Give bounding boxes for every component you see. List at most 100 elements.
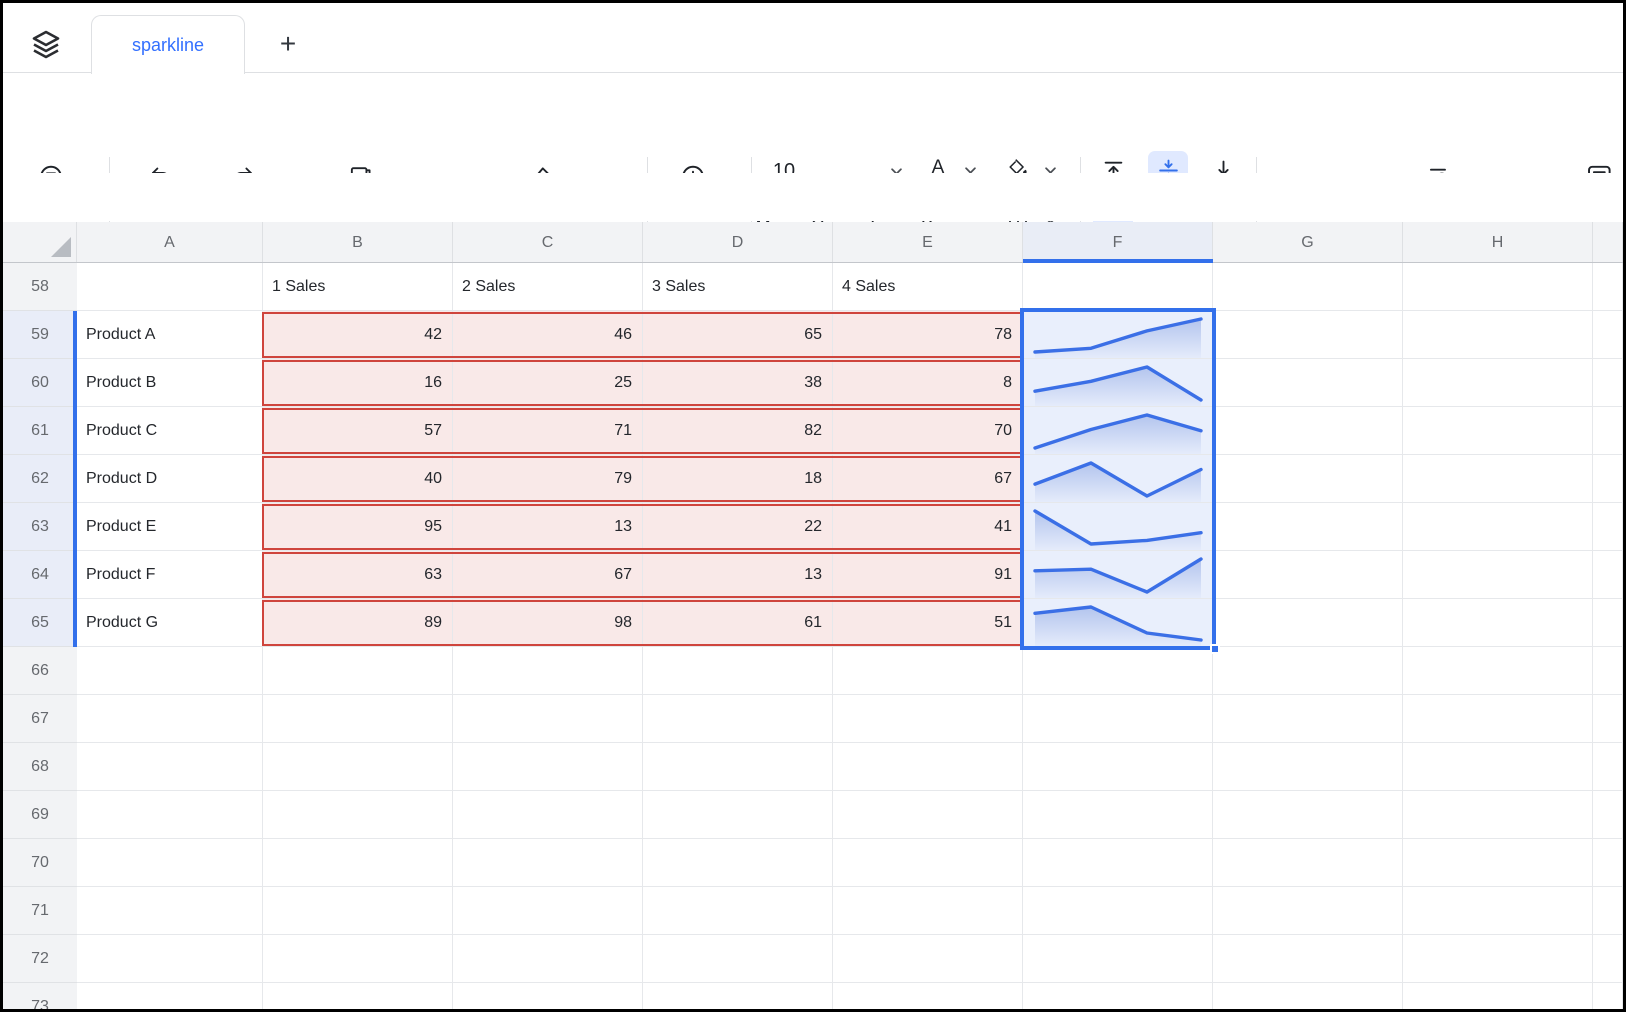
cell-G68[interactable] — [1213, 743, 1403, 791]
cell-B64[interactable]: 63 — [263, 551, 453, 599]
cell-H59[interactable] — [1403, 311, 1593, 359]
cell-C67[interactable] — [453, 695, 643, 743]
cell-F63[interactable] — [1023, 503, 1213, 551]
cell-H69[interactable] — [1403, 791, 1593, 839]
cell-A73[interactable] — [77, 983, 263, 1012]
cell-F67[interactable] — [1023, 695, 1213, 743]
cell-D63[interactable]: 22 — [643, 503, 833, 551]
cell-G62[interactable] — [1213, 455, 1403, 503]
cell-A69[interactable] — [77, 791, 263, 839]
cell-H70[interactable] — [1403, 839, 1593, 887]
cell-F72[interactable] — [1023, 935, 1213, 983]
cell-H58[interactable] — [1403, 263, 1593, 311]
cell-B61[interactable]: 57 — [263, 407, 453, 455]
row-header-68[interactable]: 68 — [3, 743, 77, 791]
cell-E58[interactable]: 4 Sales — [833, 263, 1023, 311]
cell-B73[interactable] — [263, 983, 453, 1012]
cell-B60[interactable]: 16 — [263, 359, 453, 407]
cell-E65[interactable]: 51 — [833, 599, 1023, 647]
cell-F65[interactable] — [1023, 599, 1213, 647]
cell-E62[interactable]: 67 — [833, 455, 1023, 503]
row-header-66[interactable]: 66 — [3, 647, 77, 695]
row-header-65[interactable]: 65 — [3, 599, 77, 647]
column-header-B[interactable]: B — [263, 222, 453, 263]
cell-E59[interactable]: 78 — [833, 311, 1023, 359]
row-header-69[interactable]: 69 — [3, 791, 77, 839]
cell-D60[interactable]: 38 — [643, 359, 833, 407]
column-header-F[interactable]: F — [1023, 222, 1213, 263]
cell-G67[interactable] — [1213, 695, 1403, 743]
cell-H65[interactable] — [1403, 599, 1593, 647]
cell-A67[interactable] — [77, 695, 263, 743]
cell-B62[interactable]: 40 — [263, 455, 453, 503]
cell-A60[interactable]: Product B — [77, 359, 263, 407]
row-header-60[interactable]: 60 — [3, 359, 77, 407]
cell-E73[interactable] — [833, 983, 1023, 1012]
row-header-64[interactable]: 64 — [3, 551, 77, 599]
cell-I65[interactable] — [1593, 599, 1623, 647]
cell-H73[interactable] — [1403, 983, 1593, 1012]
cell-C63[interactable]: 13 — [453, 503, 643, 551]
cell-I61[interactable] — [1593, 407, 1623, 455]
cell-H61[interactable] — [1403, 407, 1593, 455]
cell-C66[interactable] — [453, 647, 643, 695]
cell-A71[interactable] — [77, 887, 263, 935]
row-header-62[interactable]: 62 — [3, 455, 77, 503]
cell-G63[interactable] — [1213, 503, 1403, 551]
cell-E71[interactable] — [833, 887, 1023, 935]
cell-I72[interactable] — [1593, 935, 1623, 983]
layers-icon[interactable] — [29, 28, 63, 62]
cell-I69[interactable] — [1593, 791, 1623, 839]
cell-G65[interactable] — [1213, 599, 1403, 647]
cell-G61[interactable] — [1213, 407, 1403, 455]
cell-C68[interactable] — [453, 743, 643, 791]
cell-B66[interactable] — [263, 647, 453, 695]
cell-C73[interactable] — [453, 983, 643, 1012]
cell-G73[interactable] — [1213, 983, 1403, 1012]
cell-C64[interactable]: 67 — [453, 551, 643, 599]
cell-G60[interactable] — [1213, 359, 1403, 407]
row-header-70[interactable]: 70 — [3, 839, 77, 887]
cell-E66[interactable] — [833, 647, 1023, 695]
cell-G70[interactable] — [1213, 839, 1403, 887]
cell-F69[interactable] — [1023, 791, 1213, 839]
cell-F70[interactable] — [1023, 839, 1213, 887]
cell-D67[interactable] — [643, 695, 833, 743]
cell-I70[interactable] — [1593, 839, 1623, 887]
cell-H68[interactable] — [1403, 743, 1593, 791]
cell-F68[interactable] — [1023, 743, 1213, 791]
cell-G66[interactable] — [1213, 647, 1403, 695]
cell-F73[interactable] — [1023, 983, 1213, 1012]
cell-D71[interactable] — [643, 887, 833, 935]
cell-B71[interactable] — [263, 887, 453, 935]
cell-H63[interactable] — [1403, 503, 1593, 551]
cell-C69[interactable] — [453, 791, 643, 839]
cell-C62[interactable]: 79 — [453, 455, 643, 503]
cell-I66[interactable] — [1593, 647, 1623, 695]
cell-C58[interactable]: 2 Sales — [453, 263, 643, 311]
cell-B70[interactable] — [263, 839, 453, 887]
cell-E63[interactable]: 41 — [833, 503, 1023, 551]
row-header-59[interactable]: 59 — [3, 311, 77, 359]
cell-G71[interactable] — [1213, 887, 1403, 935]
cell-D68[interactable] — [643, 743, 833, 791]
cell-C59[interactable]: 46 — [453, 311, 643, 359]
cell-I73[interactable] — [1593, 983, 1623, 1012]
cell-I68[interactable] — [1593, 743, 1623, 791]
column-header-I[interactable] — [1593, 222, 1623, 263]
cell-F58[interactable] — [1023, 263, 1213, 311]
cell-D69[interactable] — [643, 791, 833, 839]
cell-E67[interactable] — [833, 695, 1023, 743]
cell-A61[interactable]: Product C — [77, 407, 263, 455]
cell-H66[interactable] — [1403, 647, 1593, 695]
cell-A63[interactable]: Product E — [77, 503, 263, 551]
cell-D58[interactable]: 3 Sales — [643, 263, 833, 311]
row-header-58[interactable]: 58 — [3, 263, 77, 311]
cell-A65[interactable]: Product G — [77, 599, 263, 647]
cell-F71[interactable] — [1023, 887, 1213, 935]
cell-G69[interactable] — [1213, 791, 1403, 839]
cell-H64[interactable] — [1403, 551, 1593, 599]
cell-A68[interactable] — [77, 743, 263, 791]
cell-H60[interactable] — [1403, 359, 1593, 407]
cell-A62[interactable]: Product D — [77, 455, 263, 503]
